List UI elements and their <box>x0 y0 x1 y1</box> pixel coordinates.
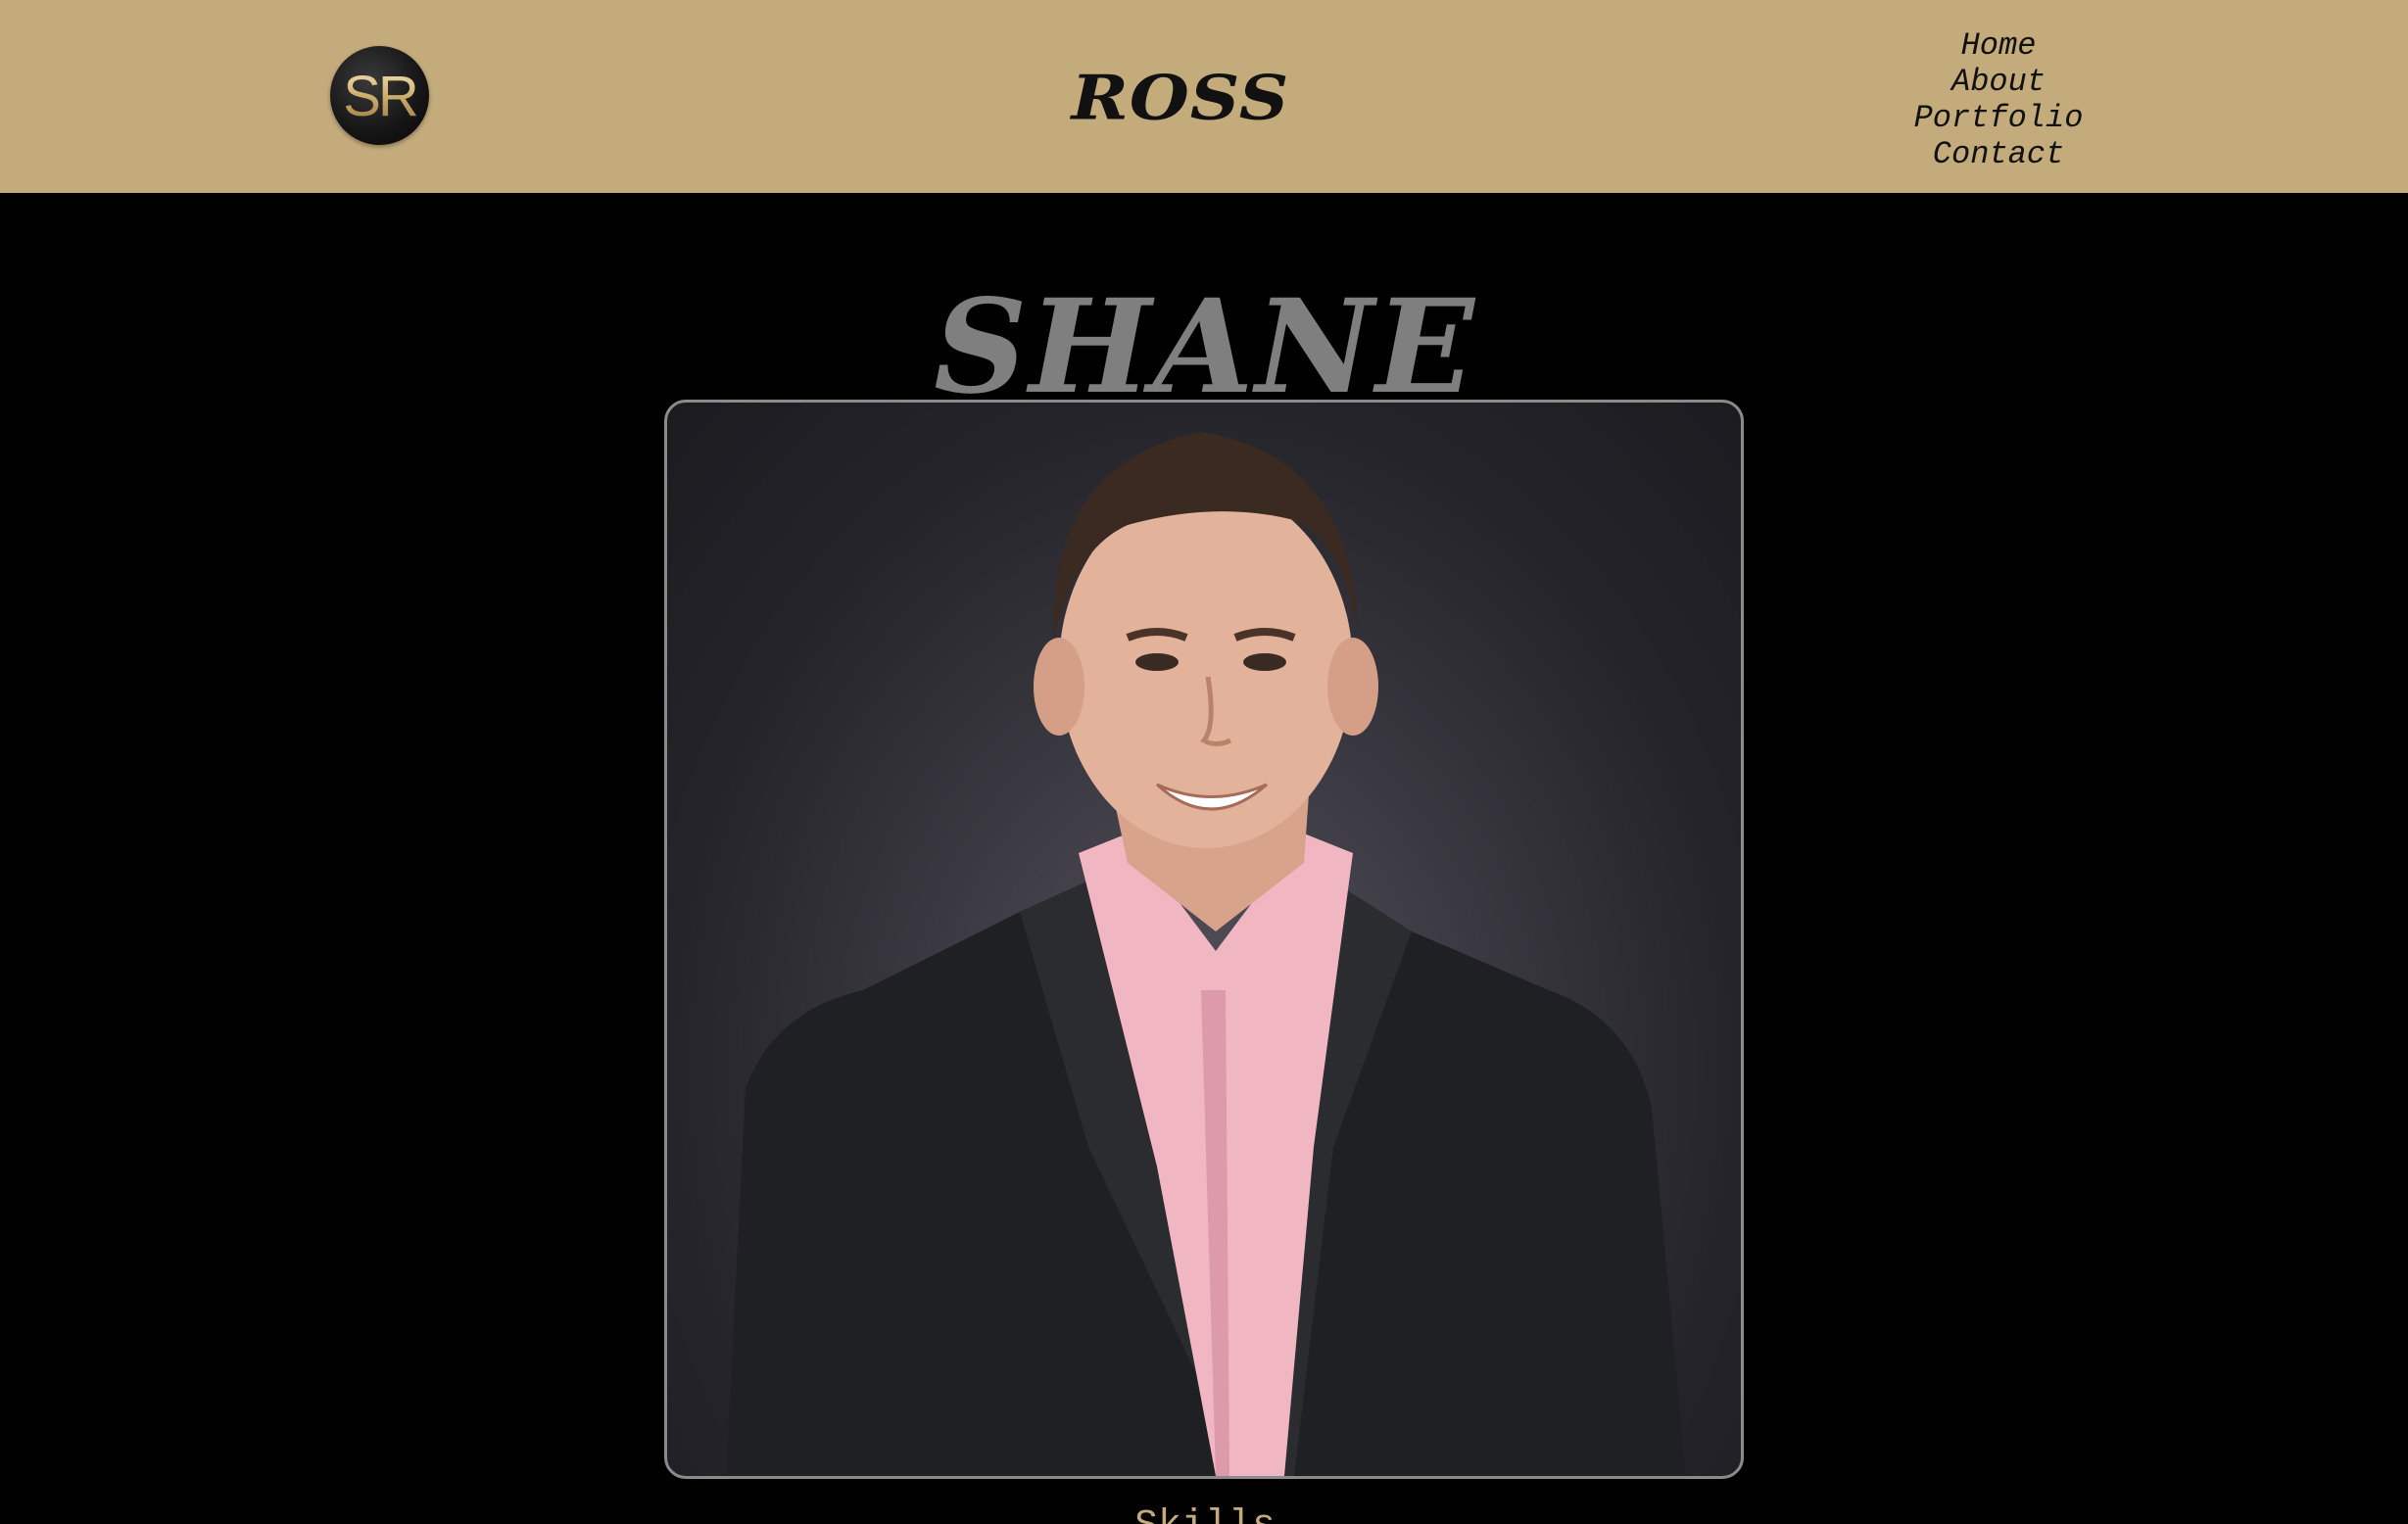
main-nav: Home About Portfolio Contact <box>1891 27 2106 172</box>
portrait-illustration <box>726 432 1686 1476</box>
nav-contact-link[interactable]: Contact <box>1891 136 2106 172</box>
skills-heading: Skills <box>1058 1503 1352 1524</box>
site-title: Ross <box>1071 61 1290 134</box>
logo-badge[interactable]: SR <box>330 46 429 145</box>
site-header: SR Ross Home About Portfolio Contact <box>0 0 2408 193</box>
nav-portfolio-link[interactable]: Portfolio <box>1891 100 2106 136</box>
nav-about-link[interactable]: About <box>1891 64 2106 100</box>
nav-home-link[interactable]: Home <box>1891 27 2106 64</box>
logo-monogram: SR <box>343 64 419 128</box>
portrait-photo <box>664 400 1744 1479</box>
